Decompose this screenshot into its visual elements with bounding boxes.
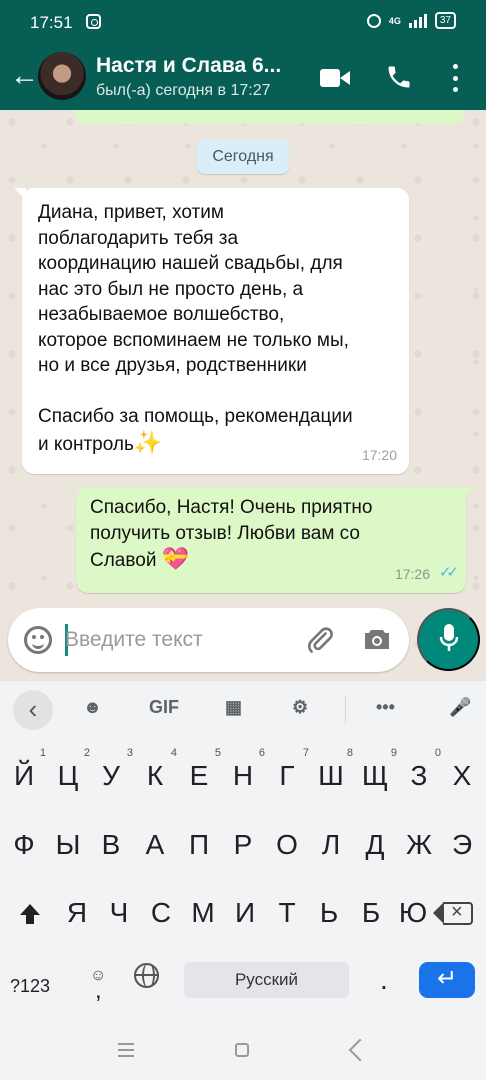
system-back-icon[interactable] xyxy=(348,1038,372,1062)
incoming-message[interactable]: Диана, привет, хотим поблагодарить тебя … xyxy=(14,188,409,474)
chat-title[interactable]: Настя и Слава 6... xyxy=(96,54,306,78)
keyboard-row-2: Ф Ы В А П Р О Л Д Ж Э xyxy=(0,817,486,892)
paperclip-icon[interactable] xyxy=(305,625,335,655)
key-о[interactable]: О xyxy=(264,817,310,873)
comma-key[interactable]: , xyxy=(95,977,102,1005)
keyboard-row-1: Й1 Ц2 У3 К4 Е5 Н6 Г7 Ш8 Щ9 З0 Х xyxy=(0,747,486,823)
video-call-icon[interactable] xyxy=(320,68,350,88)
key-е[interactable]: Е5 xyxy=(176,747,222,804)
incoming-message-time: 17:20 xyxy=(361,446,397,463)
emoji-icon[interactable] xyxy=(24,626,52,654)
key-ю[interactable]: Ю xyxy=(390,885,436,941)
keyboard-mic-icon[interactable]: 🎤 xyxy=(449,697,471,718)
status-bar: 17:51 4G 37 xyxy=(0,0,486,46)
toolbar-divider xyxy=(345,695,346,723)
clipboard-icon[interactable]: ▦ xyxy=(225,697,242,718)
last-seen-status[interactable]: был(-а) сегодня в 17:27 xyxy=(96,82,271,100)
key-с[interactable]: С xyxy=(138,885,184,941)
key-н[interactable]: Н6 xyxy=(220,747,266,804)
key-т[interactable]: Т xyxy=(264,885,310,941)
incoming-message-text: Диана, привет, хотим поблагодарить тебя … xyxy=(38,202,353,455)
key-х[interactable]: Х xyxy=(439,748,485,804)
key-п[interactable]: П xyxy=(176,817,222,873)
network-type: 4G xyxy=(388,15,401,26)
message-composer xyxy=(8,608,409,672)
enter-key[interactable]: ↵ xyxy=(419,962,475,998)
outgoing-message-text: Спасибо, Настя! Очень приятно получить о… xyxy=(90,497,373,571)
key-э[interactable]: Э xyxy=(439,817,485,873)
chat-history[interactable]: Сегодня Диана, привет, хотим поблагодари… xyxy=(0,110,486,680)
message-input[interactable] xyxy=(65,621,291,659)
key-в[interactable]: В xyxy=(88,817,134,873)
sparkles-emoji: ✨ xyxy=(133,428,163,455)
system-navigation-bar xyxy=(0,1020,486,1080)
read-receipt-icon: ✓✓ xyxy=(438,563,459,581)
battery-level: 37 xyxy=(434,12,456,29)
key-ж[interactable]: Ж xyxy=(396,817,442,873)
key-р[interactable]: Р xyxy=(220,817,266,873)
recent-apps-icon[interactable] xyxy=(118,1043,134,1057)
home-icon[interactable] xyxy=(235,1043,249,1057)
key-а[interactable]: А xyxy=(132,817,178,873)
back-arrow-icon[interactable]: ← xyxy=(10,62,39,92)
language-globe-icon[interactable] xyxy=(134,963,159,988)
status-time: 17:51 xyxy=(30,13,73,32)
key-ц[interactable]: Ц2 xyxy=(45,747,91,804)
key-ь[interactable]: Ь xyxy=(306,885,352,941)
key-б[interactable]: Б xyxy=(348,885,394,941)
camera-icon[interactable] xyxy=(362,627,392,651)
outgoing-message-time: 17:26 xyxy=(394,565,430,582)
key-я[interactable]: Я xyxy=(54,885,100,941)
key-м[interactable]: М xyxy=(180,885,226,941)
microphone-icon xyxy=(439,624,458,651)
key-ы[interactable]: Ы xyxy=(45,817,91,873)
key-и[interactable]: И xyxy=(222,885,268,941)
key-г[interactable]: Г7 xyxy=(264,747,310,804)
key-з[interactable]: З0 xyxy=(396,747,442,804)
heart-gift-emoji: 💝 xyxy=(161,546,190,571)
onscreen-keyboard: ‹ ☻ GIF ▦ ⚙ ••• 🎤 Й1 Ц2 У3 К4 Е5 Н6 Г7 Ш… xyxy=(0,680,486,1020)
contact-avatar[interactable] xyxy=(38,52,86,100)
numbers-key[interactable]: ?123 xyxy=(10,976,50,997)
more-options-icon[interactable] xyxy=(446,64,464,92)
key-д[interactable]: Д xyxy=(352,817,398,873)
date-separator: Сегодня xyxy=(197,140,289,174)
voice-message-button[interactable] xyxy=(417,608,480,671)
status-indicators: 4G 37 xyxy=(366,12,456,29)
period-key[interactable]: . xyxy=(380,964,388,996)
keyboard-collapse-icon[interactable]: ‹ xyxy=(13,690,53,730)
backspace-icon[interactable] xyxy=(433,901,473,925)
outgoing-message[interactable]: Спасибо, Настя! Очень приятно получить о… xyxy=(76,487,474,593)
key-к[interactable]: К4 xyxy=(132,747,178,804)
more-tools-icon[interactable]: ••• xyxy=(376,697,395,718)
key-щ[interactable]: Щ9 xyxy=(352,747,398,804)
keyboard-toolbar: ‹ ☻ GIF ▦ ⚙ ••• 🎤 xyxy=(0,681,486,739)
space-bar[interactable]: Русский xyxy=(184,962,349,998)
key-у[interactable]: У3 xyxy=(88,747,134,804)
key-ф[interactable]: Ф xyxy=(1,817,47,873)
chat-header: ← Настя и Слава 6... был(-а) сегодня в 1… xyxy=(0,46,486,110)
keyboard-row-3: Я Ч С М И Т Ь Б Ю xyxy=(0,885,486,960)
previous-message-bubble[interactable] xyxy=(75,110,464,124)
key-л[interactable]: Л xyxy=(308,817,354,873)
phone-icon[interactable] xyxy=(385,63,413,91)
sticker-icon[interactable]: ☻ xyxy=(83,697,102,718)
alarm-icon xyxy=(366,13,381,28)
settings-icon[interactable]: ⚙ xyxy=(292,697,308,718)
key-ч[interactable]: Ч xyxy=(96,885,142,941)
key-ш[interactable]: Ш8 xyxy=(308,747,354,804)
signal-icon xyxy=(408,13,427,28)
key-й[interactable]: Й1 xyxy=(1,747,47,804)
instagram-icon xyxy=(86,14,101,29)
gif-button[interactable]: GIF xyxy=(149,697,179,718)
